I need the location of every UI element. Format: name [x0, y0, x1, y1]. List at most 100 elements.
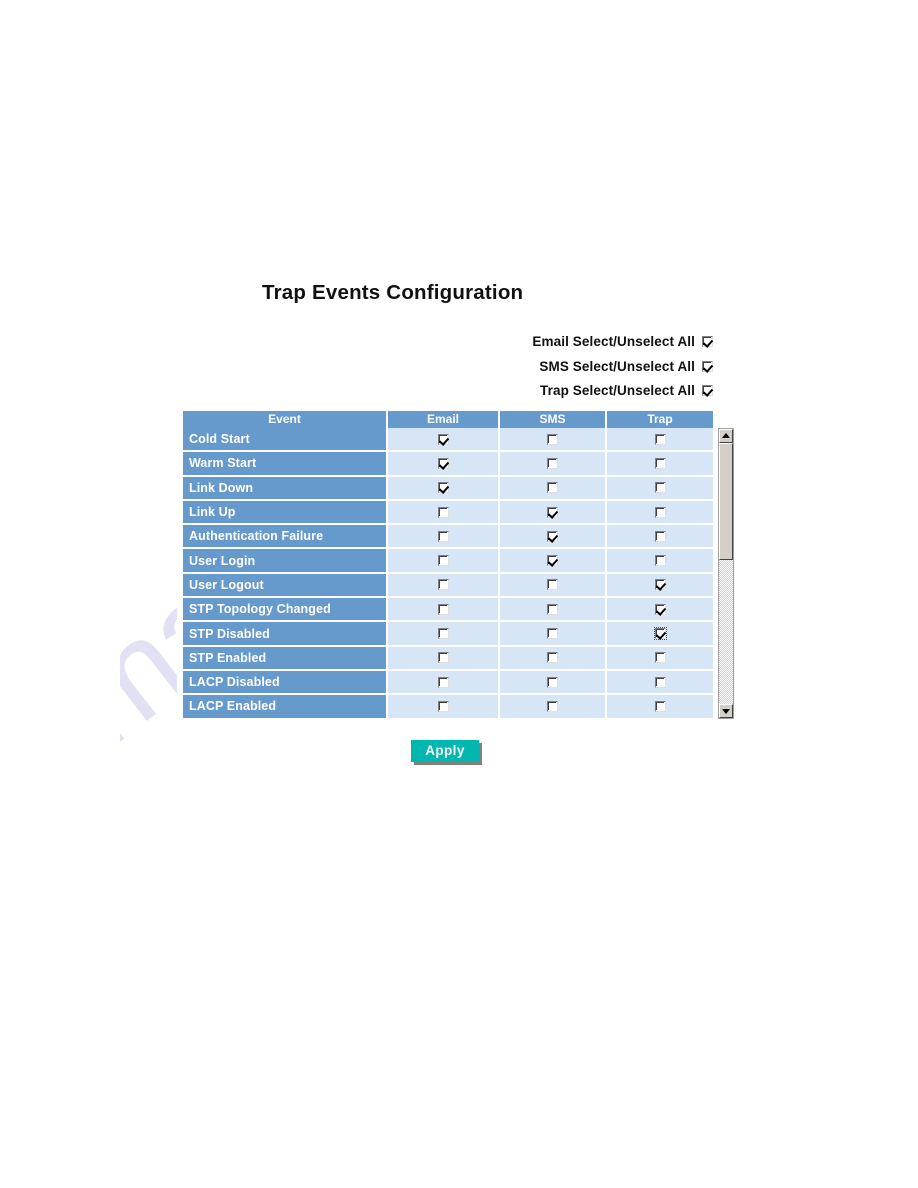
email-checkbox[interactable] [437, 652, 449, 664]
trap-select-all-checkbox[interactable] [702, 385, 713, 396]
table-row: STP Disabled [183, 622, 713, 647]
email-select-all-checkbox[interactable] [702, 336, 713, 347]
email-cell [388, 500, 500, 526]
email-checkbox[interactable] [437, 482, 449, 494]
trap-checkbox[interactable] [654, 457, 666, 469]
table-header-row: Event Email SMS Trap [183, 411, 713, 428]
email-checkbox[interactable] [437, 457, 449, 469]
trap-cell [607, 549, 713, 574]
column-header-email: Email [388, 411, 500, 428]
scrollbar-down-button[interactable] [719, 704, 733, 718]
sms-checkbox[interactable] [547, 530, 558, 542]
email-cell [388, 452, 500, 477]
event-name-cell: Authentication Failure [183, 525, 388, 550]
email-checkbox[interactable] [437, 555, 449, 567]
sms-checkbox[interactable] [547, 603, 558, 615]
sms-cell [500, 500, 607, 526]
trap-cell [607, 525, 713, 550]
table-row: User Logout [183, 573, 713, 599]
trap-cell [607, 695, 713, 719]
sms-select-all-label: SMS Select/Unselect All [539, 358, 695, 374]
sms-checkbox[interactable] [547, 652, 558, 664]
trap-checkbox[interactable] [654, 652, 666, 664]
event-name-cell: STP Topology Changed [183, 598, 388, 623]
sms-checkbox[interactable] [547, 457, 558, 469]
event-name-cell: STP Enabled [183, 646, 388, 671]
sms-cell [500, 598, 607, 623]
trap-checkbox[interactable] [654, 603, 666, 615]
triangle-up-icon [722, 433, 730, 438]
trap-checkbox[interactable] [654, 433, 666, 445]
sms-cell [500, 428, 607, 453]
sms-checkbox[interactable] [547, 579, 558, 591]
sms-checkbox[interactable] [547, 433, 558, 445]
email-checkbox[interactable] [437, 433, 449, 445]
email-checkbox[interactable] [437, 676, 449, 688]
event-name-cell: Link Down [183, 476, 388, 501]
event-name-cell: Link Up [183, 500, 388, 526]
apply-button-container: Apply [177, 740, 713, 762]
events-vertical-scrollbar[interactable] [718, 428, 734, 719]
sms-checkbox[interactable] [547, 555, 558, 567]
scrollbar-track[interactable] [719, 443, 733, 704]
email-select-all-label: Email Select/Unselect All [532, 334, 695, 349]
sms-cell [500, 452, 607, 477]
trap-cell [607, 670, 713, 696]
trap-cell [607, 428, 713, 453]
select-all-row: Trap Select/Unselect All [177, 379, 713, 404]
email-checkbox[interactable] [437, 700, 449, 712]
sms-select-all-checkbox[interactable] [702, 360, 713, 372]
select-all-row: Email Select/Unselect All [177, 330, 713, 355]
trap-cell [607, 452, 713, 477]
events-scroll-viewport: Cold Start Warm Start Link Down Link Up Auth… [183, 428, 713, 719]
apply-button[interactable]: Apply [411, 740, 479, 762]
sms-checkbox[interactable] [547, 700, 558, 712]
email-cell [388, 525, 500, 550]
trap-checkbox[interactable] [653, 627, 667, 641]
sms-checkbox[interactable] [547, 506, 558, 518]
trap-cell [607, 573, 713, 599]
table-row: Link Down [183, 476, 713, 501]
scrollbar-up-button[interactable] [719, 429, 733, 443]
trap-events-configuration-panel: Trap Events Configuration Email Select/U… [177, 268, 743, 768]
event-name-cell: Warm Start [183, 452, 388, 477]
column-header-sms: SMS [500, 411, 607, 428]
trap-checkbox[interactable] [654, 530, 666, 542]
trap-checkbox[interactable] [654, 482, 666, 494]
select-all-row: SMS Select/Unselect All [177, 355, 713, 380]
sms-cell [500, 695, 607, 719]
table-row: Warm Start [183, 452, 713, 477]
email-cell [388, 573, 500, 599]
trap-checkbox[interactable] [654, 555, 666, 567]
trap-checkbox[interactable] [654, 506, 666, 518]
email-checkbox[interactable] [437, 579, 449, 591]
sms-checkbox[interactable] [547, 628, 558, 640]
trap-checkbox[interactable] [654, 579, 666, 591]
column-header-event: Event [183, 411, 388, 428]
email-cell [388, 622, 500, 647]
trap-cell [607, 622, 713, 647]
email-checkbox[interactable] [437, 530, 449, 542]
sms-cell [500, 525, 607, 550]
email-cell [388, 598, 500, 623]
sms-cell [500, 476, 607, 501]
sms-cell [500, 622, 607, 647]
scrollbar-thumb[interactable] [719, 443, 733, 560]
email-checkbox[interactable] [437, 628, 449, 640]
trap-checkbox[interactable] [654, 676, 666, 688]
email-checkbox[interactable] [437, 506, 449, 518]
trap-checkbox[interactable] [654, 700, 666, 712]
table-row: STP Topology Changed [183, 598, 713, 623]
sms-checkbox[interactable] [547, 676, 558, 688]
event-name-cell: LACP Disabled [183, 670, 388, 696]
email-cell [388, 646, 500, 671]
event-name-cell: User Logout [183, 573, 388, 599]
table-row: LACP Enabled [183, 695, 713, 719]
sms-cell [500, 573, 607, 599]
triangle-down-icon [722, 709, 730, 714]
column-header-trap: Trap [607, 411, 713, 428]
event-name-cell: LACP Enabled [183, 695, 388, 719]
sms-checkbox[interactable] [547, 482, 558, 494]
email-checkbox[interactable] [437, 603, 449, 615]
sms-cell [500, 549, 607, 574]
